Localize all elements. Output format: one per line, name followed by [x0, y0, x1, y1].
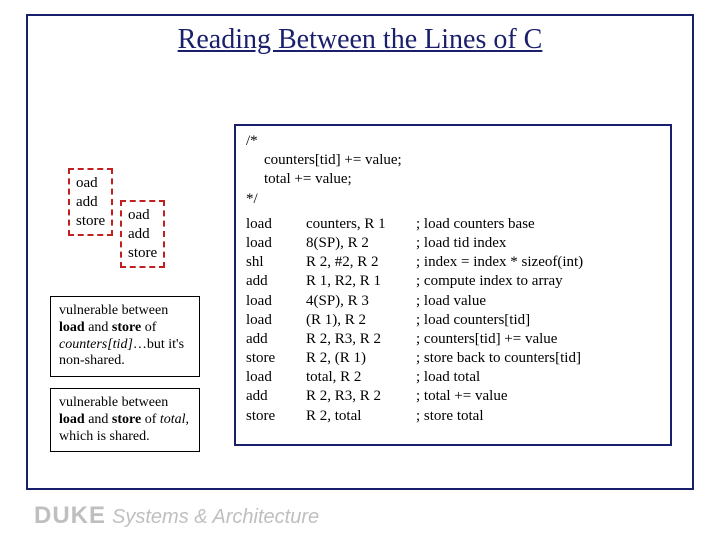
- comment-line: */: [246, 190, 660, 209]
- text: load: [59, 412, 85, 427]
- asm-args: total, R 2: [306, 368, 412, 387]
- text: vulnerable between: [59, 395, 168, 410]
- asm-comment: ; store back to counters[tid]: [416, 349, 660, 368]
- text: counters[tid]: [59, 337, 133, 352]
- asm-op: add: [246, 330, 302, 349]
- asm-args: R 2, #2, R 2: [306, 253, 412, 272]
- asm-comment: ; compute index to array: [416, 272, 660, 291]
- comment-line: /*: [246, 132, 660, 151]
- slide-title: Reading Between the Lines of C: [0, 24, 720, 56]
- text: and: [85, 320, 112, 335]
- asm-args: R 2, (R 1): [306, 349, 412, 368]
- op-line: add: [128, 225, 157, 244]
- caption-shared: vulnerable between load and store of tot…: [50, 388, 200, 452]
- asm-comment: ; load value: [416, 292, 660, 311]
- asm-args: 8(SP), R 2: [306, 234, 412, 253]
- asm-op: load: [246, 368, 302, 387]
- asm-args: R 2, R3, R 2: [306, 387, 412, 406]
- asm-args: counters, R 1: [306, 215, 412, 234]
- thread2-ops: oad add store: [120, 200, 165, 268]
- asm-comment: ; counters[tid] += value: [416, 330, 660, 349]
- asm-comment: ; index = index * sizeof(int): [416, 253, 660, 272]
- asm-comment: ; store total: [416, 407, 660, 426]
- op-line: store: [128, 244, 157, 263]
- asm-args: R 1, R2, R 1: [306, 272, 412, 291]
- footer-logo-text: DUKE: [34, 502, 106, 529]
- asm-op: add: [246, 272, 302, 291]
- asm-comment: ; load counters base: [416, 215, 660, 234]
- op-line: add: [76, 193, 105, 212]
- asm-args: 4(SP), R 3: [306, 292, 412, 311]
- op-line: oad: [76, 174, 105, 193]
- op-line: oad: [128, 206, 157, 225]
- text: load: [59, 320, 85, 335]
- asm-args: R 2, total: [306, 407, 412, 426]
- asm-op: load: [246, 311, 302, 330]
- comment-line: total += value;: [246, 170, 660, 189]
- asm-comment: ; load counters[tid]: [416, 311, 660, 330]
- text: of: [141, 412, 160, 427]
- asm-comment: ; load total: [416, 368, 660, 387]
- comment-line: counters[tid] += value;: [246, 151, 660, 170]
- asm-op: load: [246, 234, 302, 253]
- text: vulnerable between: [59, 303, 168, 318]
- asm-op: add: [246, 387, 302, 406]
- asm-op: load: [246, 292, 302, 311]
- text: store: [112, 320, 141, 335]
- text: of: [141, 320, 156, 335]
- asm-args: (R 1), R 2: [306, 311, 412, 330]
- asm-args: R 2, R3, R 2: [306, 330, 412, 349]
- asm-comment: ; load tid index: [416, 234, 660, 253]
- thread1-ops: oad add store: [68, 168, 113, 236]
- footer: DUKE Systems & Architecture: [34, 502, 319, 530]
- asm-op: store: [246, 407, 302, 426]
- asm-comment: ; total += value: [416, 387, 660, 406]
- text: store: [112, 412, 141, 427]
- op-line: store: [76, 212, 105, 231]
- code-rows: loadcounters, R 1; load counters baseloa…: [246, 215, 660, 426]
- asm-op: store: [246, 349, 302, 368]
- text: total: [160, 412, 186, 427]
- asm-op: load: [246, 215, 302, 234]
- footer-subtitle: Systems & Architecture: [112, 506, 319, 528]
- caption-nonshared: vulnerable between load and store of cou…: [50, 296, 200, 377]
- asm-op: shl: [246, 253, 302, 272]
- assembly-listing: /* counters[tid] += value; total += valu…: [234, 124, 672, 446]
- c-comment-block: /* counters[tid] += value; total += valu…: [246, 132, 660, 209]
- text: and: [85, 412, 112, 427]
